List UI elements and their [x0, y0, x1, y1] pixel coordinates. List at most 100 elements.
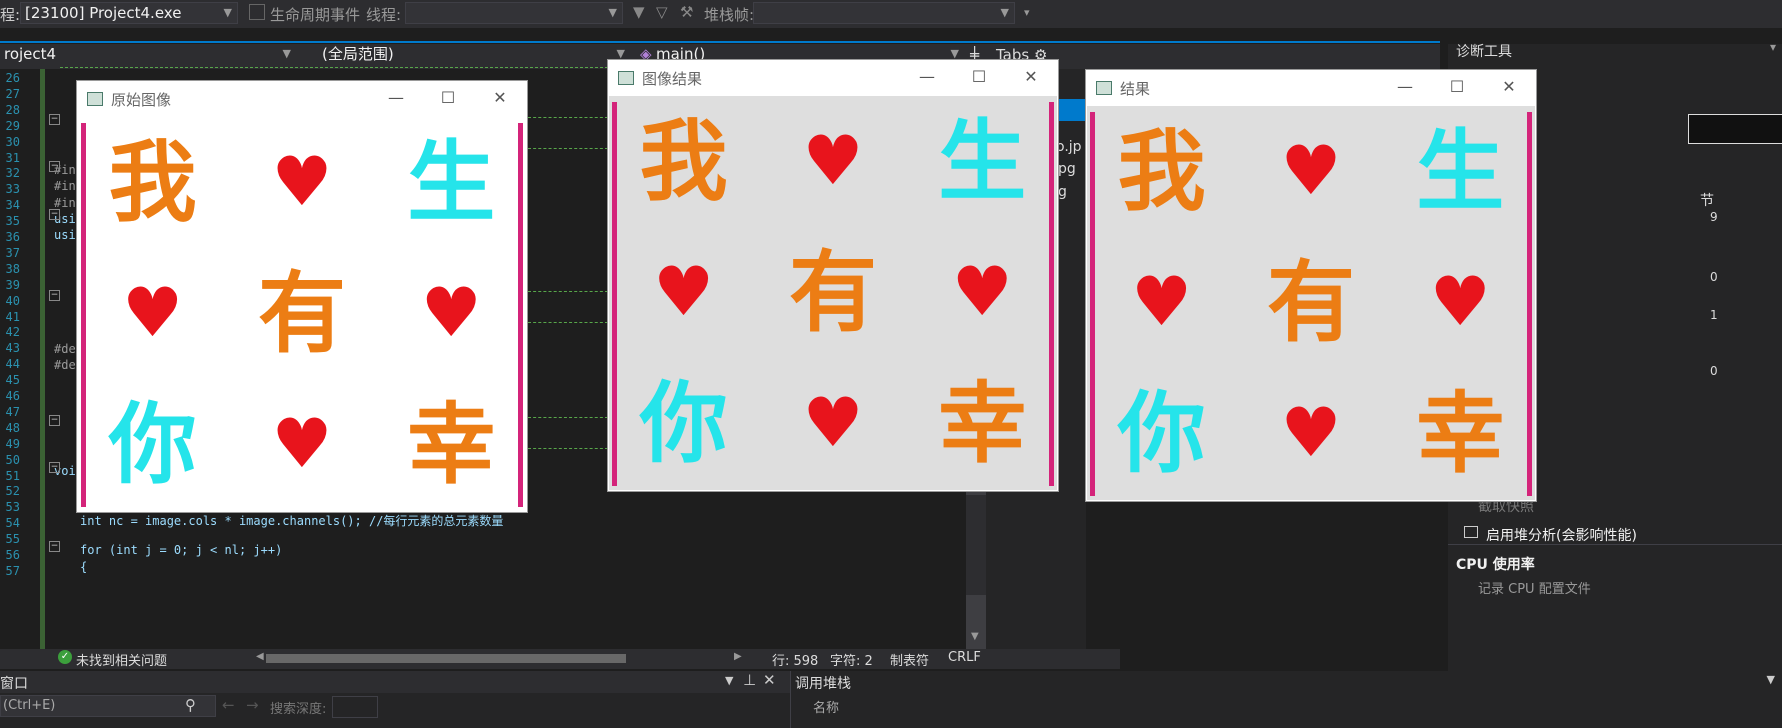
line-number: 44	[5, 357, 20, 372]
char-you: 有	[257, 261, 346, 365]
search-input[interactable]: (Ctrl+E) ⚲	[0, 695, 216, 717]
pin-icon[interactable]: ⊥	[743, 671, 756, 689]
file-item[interactable]: g	[1058, 184, 1067, 200]
fold-toggle[interactable]: −	[49, 114, 60, 125]
watch-window-header: 窗口 ▼ ⊥ ✕	[0, 671, 890, 693]
close-icon[interactable]: ✕	[763, 671, 776, 689]
heart-icon: ♥	[271, 142, 333, 222]
search-depth-label: 搜索深度:	[270, 702, 327, 717]
fold-toggle[interactable]: −	[49, 209, 60, 220]
eol-indicator[interactable]: CRLF	[948, 650, 981, 665]
selected-item-highlight	[1056, 99, 1086, 121]
chevron-down-icon: ▼	[223, 6, 232, 19]
image-result-window[interactable]: 图像结果 — ☐ ✕ 我 ♥ 生 ♥ 有 ♥ 你 ♥ 幸	[607, 59, 1059, 492]
active-doc-accent	[0, 41, 1440, 43]
char-indicator[interactable]: 字符: 2	[830, 650, 873, 669]
filter-icon[interactable]: ▼	[633, 3, 645, 21]
line-number: 47	[5, 404, 20, 419]
process-value: [23100] Project4.exe	[25, 4, 182, 22]
fold-toggle[interactable]: −	[49, 415, 60, 426]
forward-arrow-icon[interactable]: →	[246, 696, 259, 714]
char-ni: 你	[1117, 382, 1206, 486]
comment-separator	[528, 117, 608, 118]
minimize-icon[interactable]: —	[1392, 75, 1418, 99]
line-indicator[interactable]: 行: 598	[772, 650, 818, 669]
line-number: 48	[5, 420, 20, 435]
cpu-profile-button[interactable]: 记录 CPU 配置文件	[1478, 578, 1591, 597]
line-number: 26	[5, 71, 20, 85]
time-range-field[interactable]	[1688, 114, 1782, 144]
heart-icon: ♥	[271, 405, 333, 485]
axis-tick: 0	[1710, 364, 1718, 378]
line-number: 32	[5, 166, 20, 181]
close-icon[interactable]: ✕	[1018, 65, 1044, 89]
scroll-left-icon[interactable]: ◀	[256, 651, 264, 662]
name-column-header[interactable]: 名称	[813, 697, 839, 716]
file-item[interactable]: pg	[1058, 161, 1076, 177]
project-dropdown[interactable]: roject4 ▼	[0, 44, 296, 68]
minimize-icon[interactable]: —	[914, 65, 940, 89]
editor-status-bar: ✓ 未找到相关问题 ◀ ▶ 行: 598 字符: 2 制表符 CRLF	[0, 649, 1120, 669]
maximize-icon[interactable]: ☐	[1444, 75, 1470, 99]
process-dropdown[interactable]: [23100] Project4.exe ▼	[20, 2, 238, 24]
lifecycle-events-button[interactable]: 生命周期事件	[270, 4, 360, 25]
panel-menu-icon[interactable]: ▼	[1767, 673, 1775, 686]
window-titlebar[interactable]: 原始图像 — ☐ ✕	[77, 81, 527, 117]
horizontal-scrollbar-thumb[interactable]	[266, 654, 626, 663]
line-number: 55	[5, 532, 20, 547]
window-menu-icon[interactable]: ▼	[725, 674, 733, 687]
char-wo: 我	[1117, 119, 1206, 223]
char-sheng: 生	[1416, 119, 1505, 223]
comment-separator	[528, 417, 608, 418]
tab-indicator[interactable]: 制表符	[890, 650, 929, 669]
close-icon[interactable]: ✕	[1496, 75, 1522, 99]
comment-separator	[528, 322, 608, 323]
scope-dropdown[interactable]: (全局范围) ▼	[300, 44, 630, 68]
search-icon[interactable]: ⚲	[185, 696, 196, 714]
scope-value: (全局范围)	[322, 45, 394, 63]
back-arrow-icon[interactable]: ←	[222, 696, 235, 714]
original-image-window[interactable]: 原始图像 — ☐ ✕ 我 ♥ 生 ♥ 有 ♥ 你 ♥ 幸	[76, 80, 528, 513]
file-item[interactable]: o.jp	[1056, 139, 1082, 155]
heart-icon: ♥	[1429, 262, 1491, 342]
char-you: 有	[788, 240, 877, 344]
window-titlebar[interactable]: 图像结果 — ☐ ✕	[608, 60, 1058, 96]
filter-alt-icon[interactable]: ▽	[656, 3, 668, 21]
fold-toggle[interactable]: −	[49, 541, 60, 552]
image-canvas: 我 ♥ 生 ♥ 有 ♥ 你 ♥ 幸	[609, 96, 1057, 490]
flag-threads-icon[interactable]: ⚒	[680, 3, 693, 21]
scrollbar-thumb[interactable]	[966, 495, 986, 595]
axis-tick: 0	[1710, 270, 1718, 284]
scroll-right-icon[interactable]: ▶	[734, 651, 742, 662]
minimize-icon[interactable]: —	[383, 86, 409, 110]
code-line-57: {	[80, 560, 88, 574]
issues-status[interactable]: 未找到相关问题	[76, 650, 167, 669]
char-sheng: 生	[938, 109, 1027, 213]
heart-icon: ♥	[802, 121, 864, 201]
char-you: 有	[1266, 250, 1355, 354]
fold-toggle[interactable]: −	[49, 290, 60, 301]
toolbar-overflow-icon[interactable]: ▾	[1024, 6, 1030, 19]
maximize-icon[interactable]: ☐	[435, 86, 461, 110]
line-number: 27	[5, 86, 20, 101]
char-wo: 我	[108, 130, 197, 234]
stackframe-label: 堆栈帧:	[704, 6, 755, 24]
stackframe-dropdown[interactable]: ▼	[753, 2, 1015, 24]
thread-dropdown[interactable]: ▼	[405, 2, 623, 24]
scroll-down-icon[interactable]: ▼	[971, 631, 979, 642]
result-window[interactable]: 结果 — ☐ ✕ 我 ♥ 生 ♥ 有 ♥ 你 ♥ 幸	[1085, 69, 1537, 502]
search-depth-dropdown[interactable]	[332, 696, 378, 718]
fold-toggle[interactable]: −	[49, 462, 60, 473]
fold-toggle[interactable]: −	[49, 161, 60, 172]
check-circle-icon: ✓	[58, 650, 72, 664]
image-canvas: 我 ♥ 生 ♥ 有 ♥ 你 ♥ 幸	[78, 117, 526, 511]
call-stack-title: 调用堆栈	[795, 676, 851, 692]
maximize-icon[interactable]: ☐	[966, 65, 992, 89]
line-number: 46	[5, 389, 20, 403]
close-icon[interactable]: ✕	[487, 86, 513, 110]
window-titlebar[interactable]: 结果 — ☐ ✕	[1086, 70, 1536, 106]
panel-menu-icon[interactable]: ▾	[1770, 40, 1776, 54]
heap-analysis-button[interactable]: 启用堆分析(会影响性能)	[1486, 525, 1637, 545]
char-sheng: 生	[407, 130, 496, 234]
call-stack-panel: 调用堆栈 ▼ 名称	[790, 671, 1782, 728]
